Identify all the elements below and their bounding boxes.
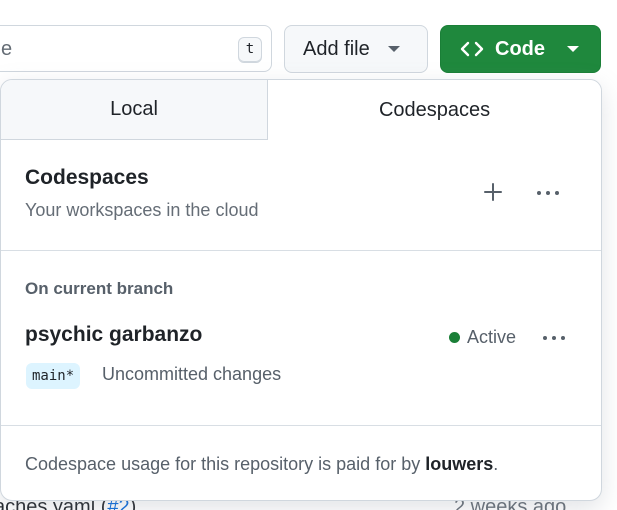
billing-note: Codespace usage for this repository is p…	[25, 454, 499, 474]
code-dropdown-popover: Local Codespaces Codespaces Your workspa…	[0, 79, 602, 501]
chevron-down-icon	[567, 46, 579, 52]
codespace-name[interactable]: psychic garbanzo	[25, 323, 202, 347]
code-button-label: Code	[495, 37, 545, 60]
code-icon	[460, 41, 484, 57]
kebab-icon	[537, 191, 541, 195]
kebab-icon	[543, 336, 547, 340]
codespaces-options-button[interactable]	[531, 183, 565, 203]
create-codespace-button[interactable]	[479, 178, 507, 206]
codespaces-header: Codespaces Your workspaces in the cloud	[1, 140, 601, 251]
popover-tabs: Local Codespaces	[1, 80, 601, 140]
tab-codespaces[interactable]: Codespaces	[268, 80, 601, 140]
tab-local[interactable]: Local	[1, 80, 269, 140]
repo-page: e t Add file Code aches.yaml (#2) 2 week…	[0, 0, 617, 510]
uncommitted-changes-text: Uncommitted changes	[102, 364, 282, 384]
codespace-status: Active	[449, 327, 516, 348]
code-button[interactable]: Code	[440, 25, 601, 73]
codespace-options-button[interactable]	[537, 328, 571, 348]
add-file-button[interactable]: Add file	[284, 25, 428, 73]
keyboard-shortcut-badge: t	[238, 37, 262, 63]
section-subtitle: Your workspaces in the cloud	[25, 200, 259, 220]
branch-section-label: On current branch	[25, 279, 174, 298]
search-hint-text: e	[1, 38, 13, 60]
status-text: Active	[467, 327, 517, 347]
go-to-file-input[interactable]: e t	[0, 25, 272, 72]
chevron-down-icon	[387, 46, 400, 52]
current-branch-section: On current branch psychic garbanzo Activ…	[1, 251, 601, 426]
add-file-label: Add file	[303, 37, 370, 60]
status-dot-icon	[449, 332, 460, 343]
section-title: Codespaces	[25, 166, 149, 189]
branch-badge: main*	[26, 363, 81, 389]
plus-icon	[484, 183, 502, 201]
billing-owner: louwers	[425, 454, 494, 474]
